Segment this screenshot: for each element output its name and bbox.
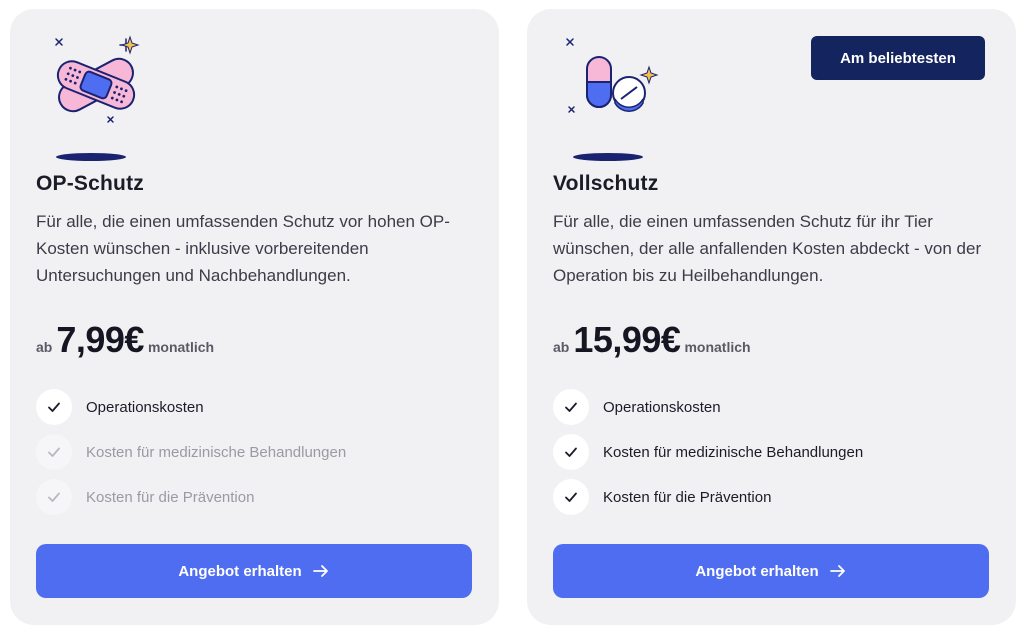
feature-item: Kosten für medizinische Behandlungen (553, 434, 863, 470)
feature-list: Operationskosten Kosten für medizinische… (36, 389, 346, 524)
plan-title: Vollschutz (553, 172, 659, 195)
feature-label: Operationskosten (86, 398, 204, 416)
price-suffix: monatlich (147, 339, 215, 355)
pills-icon (553, 27, 673, 161)
arrow-right-icon (829, 565, 845, 577)
feature-item: Kosten für die Prävention (36, 479, 346, 515)
feature-label: Kosten für die Prävention (603, 488, 772, 506)
feature-label: Operationskosten (603, 398, 721, 416)
illustration-shadow (56, 153, 126, 161)
plan-description: Für alle, die einen umfassenden Schutz f… (553, 212, 982, 285)
check-icon (36, 389, 72, 425)
get-offer-button[interactable]: Angebot erhalten (553, 544, 989, 598)
get-offer-button[interactable]: Angebot erhalten (36, 544, 472, 598)
plan-price: ab 15,99€ monatlich (553, 319, 751, 361)
feature-item: Operationskosten (36, 389, 346, 425)
feature-item: Kosten für die Prävention (553, 479, 863, 515)
feature-list: Operationskosten Kosten für medizinische… (553, 389, 863, 524)
feature-label: Kosten für medizinische Behandlungen (603, 443, 864, 461)
plan-card-vollschutz: Am beliebtesten Vollschutz Für alle, die… (527, 9, 1016, 625)
plan-price: ab 7,99€ monatlich (36, 319, 214, 361)
button-label: Angebot erhalten (695, 562, 819, 580)
price-prefix: ab (36, 339, 53, 355)
feature-item: Kosten für medizinische Behandlungen (36, 434, 346, 470)
feature-label: Kosten für die Prävention (86, 488, 255, 506)
check-icon (36, 479, 72, 515)
check-icon (553, 434, 589, 470)
button-label: Angebot erhalten (178, 562, 302, 580)
plan-description: Für alle, die einen umfassenden Schutz v… (36, 212, 450, 285)
check-icon (553, 479, 589, 515)
illustration-shadow (573, 153, 643, 161)
popular-badge: Am beliebtesten (811, 36, 985, 80)
feature-label: Kosten für medizinische Behandlungen (86, 443, 347, 461)
feature-item: Operationskosten (553, 389, 863, 425)
price-suffix: monatlich (684, 339, 751, 355)
price-prefix: ab (553, 339, 570, 355)
plan-title: OP-Schutz (36, 172, 144, 195)
arrow-right-icon (312, 565, 328, 577)
check-icon (553, 389, 589, 425)
check-icon (36, 434, 72, 470)
price-amount: 15,99€ (573, 319, 681, 360)
price-amount: 7,99€ (56, 319, 144, 360)
plan-card-op-schutz: OP-Schutz Für alle, die einen umfassende… (10, 9, 499, 625)
bandage-icon (36, 27, 156, 161)
